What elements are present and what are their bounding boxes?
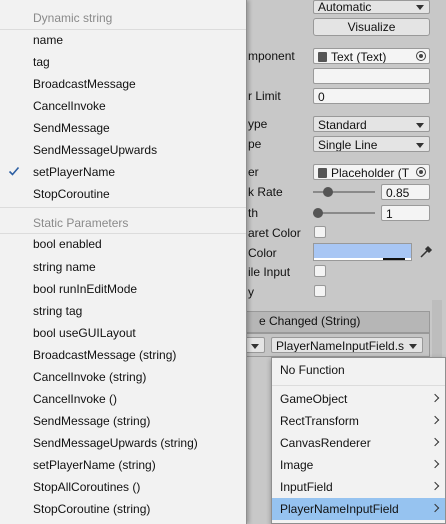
menu-item-sendmessage-string[interactable]: SendMessage (string) <box>0 410 246 432</box>
menu-divider <box>272 385 445 386</box>
width-field[interactable]: 1 <box>381 205 430 221</box>
placeholder-label: er <box>248 165 259 179</box>
line-type-label: pe <box>248 137 262 151</box>
menu-item-string-name[interactable]: string name <box>0 256 246 278</box>
chevron-down-icon <box>409 344 417 349</box>
menu-item-bool-useguilayout[interactable]: bool useGUILayout <box>0 322 246 344</box>
submenu-item-image[interactable]: Image <box>272 454 445 476</box>
text-icon <box>318 52 327 62</box>
char-limit-label: r Limit <box>248 89 281 103</box>
text-component-field[interactable]: Text (Text) <box>313 48 430 64</box>
event-body: PlayerNameInputField.s <box>245 333 430 357</box>
alpha-bar-fill <box>383 258 405 260</box>
mobile-input-label: ile Input <box>248 265 291 279</box>
component-submenu: No Function GameObject RectTransform Can… <box>271 357 446 524</box>
placeholder-value: Placeholder (T <box>331 166 410 180</box>
line-type-value: Single Line <box>318 138 378 152</box>
chevron-right-icon <box>430 503 440 513</box>
read-only-checkbox[interactable] <box>314 285 326 297</box>
menu-item-stopcoroutine-string[interactable]: StopCoroutine (string) <box>0 498 246 520</box>
content-type-label: ype <box>248 117 268 131</box>
chevron-down-icon <box>416 143 424 148</box>
function-dropdown[interactable]: PlayerNameInputField.s <box>271 337 423 353</box>
submenu-item-recttransform[interactable]: RectTransform <box>272 410 445 432</box>
navigation-value: Automatic <box>318 0 372 14</box>
menu-item-bool-enabled[interactable]: bool enabled <box>0 233 246 255</box>
menu-item-tag[interactable]: tag <box>0 51 246 73</box>
selection-color-field[interactable] <box>313 243 433 261</box>
text-component-value: Text (Text) <box>331 50 387 64</box>
menu-item-broadcastmessage[interactable]: BroadcastMessage <box>0 73 246 95</box>
content-type-value: Standard <box>318 118 367 132</box>
menu-item-stopallcoroutines[interactable]: StopAllCoroutines () <box>0 476 246 498</box>
content-type-dropdown[interactable]: Standard <box>313 116 430 132</box>
runtime-dropdown[interactable] <box>245 337 265 353</box>
chevron-down-icon <box>416 5 424 10</box>
width-slider-thumb[interactable] <box>313 208 323 218</box>
submenu-item-gameobject[interactable]: GameObject <box>272 388 445 410</box>
event-header-label: e Changed (String) <box>259 314 361 328</box>
submenu-item-label: PlayerNameInputField <box>280 502 399 516</box>
width-label: th <box>248 206 259 220</box>
blink-rate-label: k Rate <box>248 185 283 199</box>
caret-color-label: aret Color <box>248 226 301 240</box>
object-picker-icon[interactable] <box>416 167 426 177</box>
menu-item-cancelinvoke[interactable]: CancelInvoke <box>0 95 246 117</box>
object-picker-icon[interactable] <box>416 51 426 61</box>
submenu-item-canvasrenderer[interactable]: CanvasRenderer <box>272 432 445 454</box>
submenu-item-label: GameObject <box>280 392 348 406</box>
menu-item-sendmessage[interactable]: SendMessage <box>0 117 246 139</box>
visualize-button[interactable]: Visualize <box>313 18 430 36</box>
char-limit-field[interactable]: 0 <box>313 88 430 104</box>
checkmark-icon <box>8 166 20 176</box>
menu-item-setplayername[interactable]: setPlayerName <box>0 161 246 183</box>
menu-divider <box>0 207 246 208</box>
dynamic-string-header: Dynamic string <box>33 11 113 25</box>
submenu-item-label: CanvasRenderer <box>280 436 371 450</box>
menu-item-bool-runineditmode[interactable]: bool runInEditMode <box>0 278 246 300</box>
chevron-right-icon <box>430 393 440 403</box>
text-icon <box>318 168 327 178</box>
hide-mobile-input-checkbox[interactable] <box>314 265 326 277</box>
eyedropper-icon[interactable] <box>419 245 433 259</box>
menu-item-cancelinvoke-void[interactable]: CancelInvoke () <box>0 388 246 410</box>
on-value-changed-header: e Changed (String) <box>246 311 430 333</box>
function-popup-menu: Dynamic string name tag BroadcastMessage… <box>0 0 247 524</box>
menu-item-label: setPlayerName <box>33 165 116 179</box>
submenu-item-label: Image <box>280 458 314 472</box>
static-parameters-header: Static Parameters <box>33 216 129 230</box>
function-dropdown-value: PlayerNameInputField.s <box>276 339 405 353</box>
menu-item-no-function[interactable]: No Function <box>272 359 445 381</box>
menu-item-stopcoroutine[interactable]: StopCoroutine <box>0 183 246 205</box>
menu-item-sendmessageupwards[interactable]: SendMessageUpwards <box>0 139 246 161</box>
selection-color-label: Color <box>248 246 277 260</box>
submenu-item-label: RectTransform <box>280 414 359 428</box>
blink-rate-field[interactable]: 0.85 <box>381 184 430 200</box>
navigation-dropdown[interactable]: Automatic <box>313 0 430 14</box>
menu-item-cancelinvoke-string[interactable]: CancelInvoke (string) <box>0 366 246 388</box>
chevron-down-icon <box>416 123 424 128</box>
menu-item-sendmessageupwards-string[interactable]: SendMessageUpwards (string) <box>0 432 246 454</box>
placeholder-field[interactable]: Placeholder (T <box>313 164 430 180</box>
submenu-item-inputfield[interactable]: InputField <box>272 476 445 498</box>
menu-item-name[interactable]: name <box>0 29 246 51</box>
chevron-right-icon <box>430 459 440 469</box>
blink-rate-slider-thumb[interactable] <box>323 187 333 197</box>
chevron-down-icon <box>251 344 259 349</box>
line-type-dropdown[interactable]: Single Line <box>313 136 430 152</box>
menu-item-broadcastmessage-string[interactable]: BroadcastMessage (string) <box>0 344 246 366</box>
menu-item-setplayername-string[interactable]: setPlayerName (string) <box>0 454 246 476</box>
readonly-label: y <box>248 285 254 299</box>
menu-item-string-tag[interactable]: string tag <box>0 300 246 322</box>
submenu-item-label: InputField <box>280 480 333 494</box>
chevron-right-icon <box>430 437 440 447</box>
custom-caret-checkbox[interactable] <box>314 226 326 238</box>
chevron-right-icon <box>430 481 440 491</box>
chevron-right-icon <box>430 415 440 425</box>
text-input-field[interactable] <box>313 68 430 84</box>
submenu-item-playernameinputfield[interactable]: PlayerNameInputField <box>272 498 445 520</box>
text-component-label: mponent <box>248 49 295 63</box>
